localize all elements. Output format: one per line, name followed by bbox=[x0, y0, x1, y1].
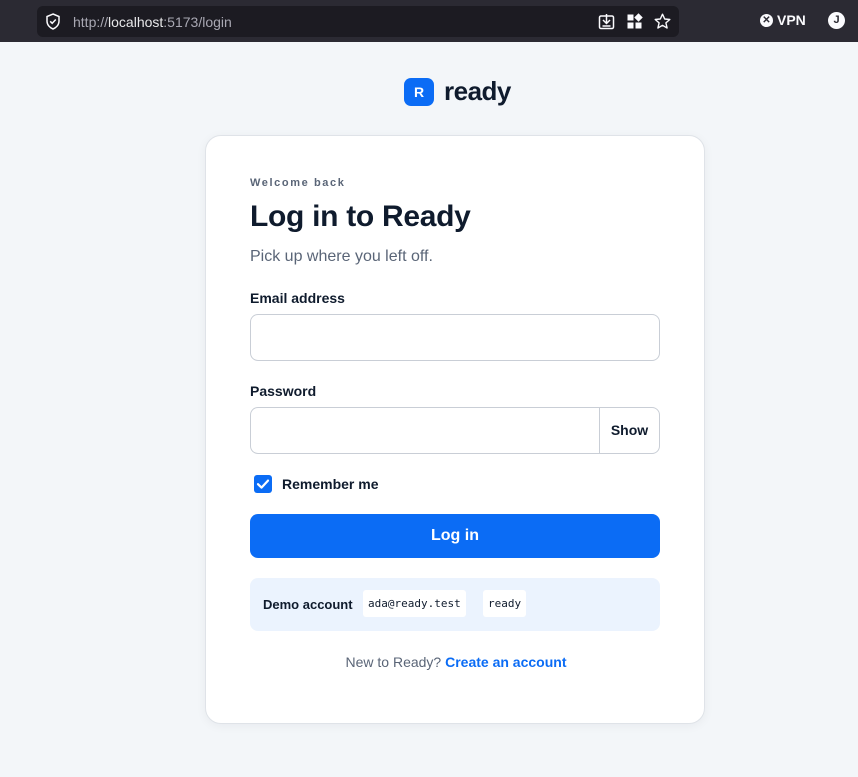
login-button[interactable]: Log in bbox=[250, 514, 660, 558]
grid-icon[interactable] bbox=[626, 13, 643, 30]
download-icon[interactable] bbox=[598, 13, 615, 30]
email-label: Email address bbox=[250, 290, 345, 306]
logo-icon: R bbox=[404, 77, 434, 106]
create-account-link[interactable]: Create an account bbox=[445, 654, 566, 670]
eyebrow-text: Welcome back bbox=[250, 177, 346, 189]
vpn-button[interactable]: ✕ VPN bbox=[760, 12, 806, 28]
shield-icon[interactable] bbox=[45, 13, 61, 30]
checkmark-icon bbox=[256, 479, 270, 489]
password-label: Password bbox=[250, 383, 317, 399]
signup-prompt: New to Ready? Create an account bbox=[206, 654, 706, 670]
demo-label: Demo account bbox=[263, 597, 353, 612]
url-text[interactable]: http://localhost:5173/login bbox=[73, 14, 232, 30]
remember-checkbox[interactable] bbox=[254, 475, 272, 493]
demo-email: ada@ready.test bbox=[363, 590, 466, 617]
remember-label[interactable]: Remember me bbox=[282, 476, 379, 492]
demo-account-box: Demo account ada@ready.test ready bbox=[250, 578, 660, 631]
login-card: Welcome back Log in to Ready Pick up whe… bbox=[205, 135, 705, 724]
address-bar[interactable]: http://localhost:5173/login bbox=[37, 6, 679, 37]
email-field[interactable] bbox=[250, 314, 660, 361]
brand-name: ready bbox=[444, 76, 511, 106]
close-icon: ✕ bbox=[760, 13, 773, 27]
star-icon[interactable] bbox=[654, 13, 671, 30]
brand-logo: R ready bbox=[404, 76, 511, 107]
browser-toolbar: http://localhost:5173/login ✕ VPN J bbox=[0, 0, 858, 42]
show-password-button[interactable]: Show bbox=[599, 407, 660, 454]
signup-prompt-text: New to Ready? bbox=[345, 654, 442, 670]
page-subtitle: Pick up where you left off. bbox=[250, 248, 433, 265]
avatar[interactable]: J bbox=[828, 12, 845, 29]
password-field[interactable] bbox=[250, 407, 600, 454]
demo-password: ready bbox=[483, 590, 527, 617]
page-title: Log in to Ready bbox=[250, 200, 471, 233]
vpn-label: VPN bbox=[777, 12, 806, 28]
